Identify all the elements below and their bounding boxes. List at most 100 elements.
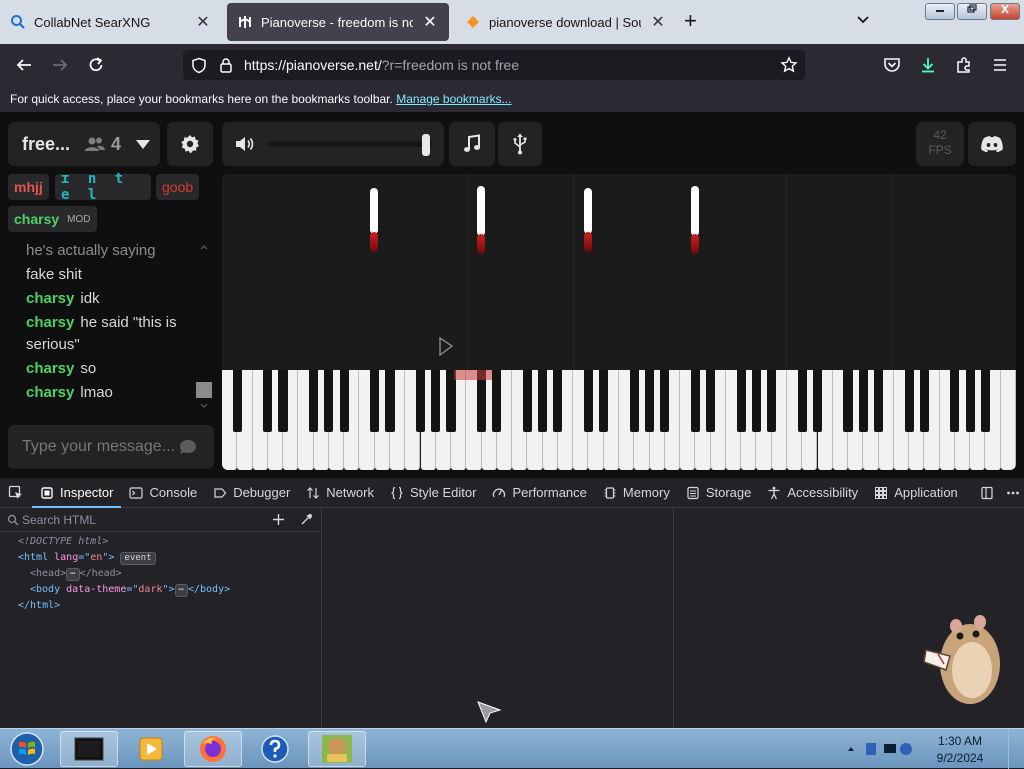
app-menu-button[interactable] (986, 52, 1014, 78)
tab-console[interactable]: Console (121, 478, 205, 508)
piano-black-key[interactable] (798, 370, 807, 432)
taskbar-app-media[interactable] (122, 731, 180, 767)
piano-white-key[interactable] (1001, 370, 1016, 470)
midi-devices-button[interactable] (498, 122, 542, 166)
tab-network[interactable]: Network (298, 478, 382, 508)
expand-badge[interactable]: ⋯ (66, 568, 79, 581)
piano-black-key[interactable] (278, 370, 287, 432)
tab-style-editor[interactable]: Style Editor (382, 478, 484, 508)
piano-black-key[interactable] (263, 370, 272, 432)
piano-black-key[interactable] (706, 370, 715, 432)
doctype-node[interactable]: <!DOCTYPE html> (0, 534, 230, 550)
html-node[interactable]: <html lang="en"> event (0, 550, 230, 566)
tab-application[interactable]: Application (866, 478, 966, 508)
shield-icon[interactable] (191, 57, 207, 74)
chat-scrollbar[interactable] (196, 242, 212, 412)
user-badge-charsy[interactable]: charsyMOD (8, 206, 97, 232)
piano-black-key[interactable] (767, 370, 776, 432)
speaker-icon[interactable] (234, 135, 256, 153)
reload-button[interactable] (82, 52, 110, 78)
panel-divider[interactable] (673, 508, 674, 728)
tab-inspector[interactable]: Inspector (32, 478, 121, 508)
music-button[interactable] (449, 122, 495, 166)
piano-black-key[interactable] (431, 370, 440, 432)
user-badge-goob[interactable]: goob (156, 174, 199, 200)
devtools-options-button[interactable] (1002, 478, 1024, 508)
add-node-icon[interactable] (272, 513, 285, 526)
back-button[interactable] (10, 52, 38, 78)
piano-black-key[interactable] (599, 370, 608, 432)
chat-log[interactable]: he's actually saying fake shit charsyidk… (14, 240, 200, 406)
piano-black-key[interactable] (905, 370, 914, 432)
new-tab-button[interactable]: + (684, 10, 697, 32)
tab-memory[interactable]: Memory (595, 478, 678, 508)
piano-black-key[interactable] (416, 370, 425, 432)
piano-black-key[interactable] (752, 370, 761, 432)
piano-black-key[interactable] (553, 370, 562, 432)
piano-black-key[interactable] (324, 370, 333, 432)
piano-keyboard[interactable] (222, 370, 1016, 470)
head-node[interactable]: <head>⋯</head> (0, 566, 230, 582)
tab-performance[interactable]: Performance (484, 478, 594, 508)
lock-icon[interactable] (219, 57, 233, 74)
expand-badge[interactable]: ⋯ (175, 584, 188, 597)
volume-slider-handle[interactable] (422, 134, 430, 156)
close-tab-icon[interactable]: ✕ (421, 13, 439, 31)
message-author[interactable]: charsy (26, 360, 74, 377)
piano-black-key[interactable] (492, 370, 501, 432)
chat-message-input[interactable]: Type your message... (8, 425, 214, 469)
message-author[interactable]: charsy (26, 290, 74, 307)
piano-black-key[interactable] (691, 370, 700, 432)
forward-button[interactable] (46, 52, 74, 78)
piano-black-key[interactable] (737, 370, 746, 432)
piano-black-key[interactable] (340, 370, 349, 432)
url-bar[interactable]: https://pianoverse.net/?r=freedom is not… (183, 50, 805, 80)
room-selector[interactable]: free... 4 (8, 122, 160, 166)
minimize-button[interactable] (925, 3, 955, 20)
piano-black-key[interactable] (843, 370, 852, 432)
message-author[interactable]: charsy (26, 384, 74, 401)
eyedropper-icon[interactable] (300, 513, 313, 526)
url-text[interactable]: https://pianoverse.net/?r=freedom is not… (244, 57, 519, 73)
piano-black-key[interactable] (370, 370, 379, 432)
system-tray-icons[interactable] (846, 741, 912, 757)
piano-black-key[interactable] (538, 370, 547, 432)
pocket-button[interactable] (878, 52, 906, 78)
piano-black-key[interactable] (950, 370, 959, 432)
search-html-input[interactable]: Search HTML (0, 508, 322, 532)
start-button[interactable] (2, 731, 52, 767)
event-badge[interactable]: event (120, 552, 155, 565)
volume-slider[interactable] (268, 141, 432, 147)
tab-storage[interactable]: Storage (678, 478, 760, 508)
discord-button[interactable] (968, 122, 1016, 166)
dock-toggle-button[interactable] (972, 478, 1002, 508)
piano-black-key[interactable] (859, 370, 868, 432)
tab-accessibility[interactable]: Accessibility (759, 478, 866, 508)
close-window-button[interactable] (990, 3, 1020, 20)
piano-black-key[interactable] (920, 370, 929, 432)
piano-black-key[interactable] (660, 370, 669, 432)
show-desktop-button[interactable] (1008, 729, 1024, 769)
close-tab-icon[interactable]: ✕ (194, 13, 212, 31)
settings-button[interactable] (167, 122, 213, 166)
star-icon[interactable] (780, 56, 798, 74)
piano-black-key[interactable] (523, 370, 532, 432)
manage-bookmarks-link[interactable]: Manage bookmarks... (396, 92, 511, 106)
downloads-button[interactable] (914, 52, 942, 78)
piano-black-key[interactable] (874, 370, 883, 432)
body-node[interactable]: <body data-theme="dark">⋯</body> (0, 582, 230, 598)
piano-black-key[interactable] (966, 370, 975, 432)
piano-black-key[interactable] (645, 370, 654, 432)
tab-searxng[interactable]: CollabNet SearXNG ✕ (0, 3, 222, 41)
element-picker-button[interactable] (0, 478, 32, 508)
chat-bubble-icon[interactable] (178, 438, 198, 456)
close-tab-icon[interactable]: ✕ (649, 13, 667, 31)
piano-black-key[interactable] (584, 370, 593, 432)
message-author[interactable]: charsy (26, 314, 74, 331)
piano-black-key[interactable] (630, 370, 639, 432)
piano-black-key[interactable] (385, 370, 394, 432)
taskbar-app-firefox[interactable] (184, 731, 242, 767)
dom-tree[interactable]: <!DOCTYPE html> <html lang="en"> event <… (0, 534, 230, 614)
piano-black-key[interactable] (813, 370, 822, 432)
piano-black-key[interactable] (309, 370, 318, 432)
